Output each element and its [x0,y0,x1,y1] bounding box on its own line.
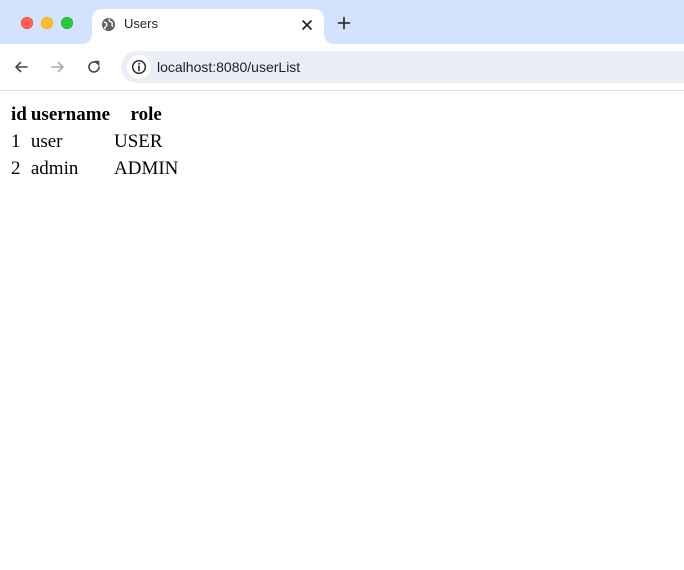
cell-id: 2 [11,158,21,179]
arrow-right-icon[interactable] [47,56,69,78]
url-text[interactable]: localhost:8080/userList [157,59,300,75]
toolbar-divider [0,90,684,91]
cell-id: 1 [11,131,21,152]
tab-users[interactable]: Users [92,9,324,44]
column-header-role: role [130,104,162,125]
cell-role: ADMIN [114,158,179,179]
window-maximize-button[interactable] [61,17,73,29]
address-bar[interactable]: localhost:8080/userList [121,51,684,83]
window-minimize-button[interactable] [41,17,53,29]
globe-icon [101,17,116,32]
page-content: id username role 1 user USER 2 admin ADM… [8,100,181,183]
cell-username: admin [30,158,79,179]
cell-role: USER [114,131,163,152]
new-tab-plus-icon[interactable] [334,13,354,33]
window-close-button[interactable] [21,17,33,29]
cell-username: user [30,131,63,152]
column-header-id: id [11,104,27,125]
tab-strip: Users [0,0,684,44]
browser-toolbar: localhost:8080/userList [0,44,684,90]
table-row: 1 user USER [10,129,179,154]
info-icon[interactable] [127,55,151,79]
browser-chrome: Users localhost:8080/userList [0,0,684,91]
table-row: 2 admin ADMIN [10,156,179,181]
arrow-left-icon[interactable] [10,56,32,78]
user-table: id username role 1 user USER 2 admin ADM… [8,100,181,183]
column-header-username: username [30,104,111,125]
tab-title: Users [124,16,158,31]
table-header-row: id username role [10,102,179,127]
reload-icon[interactable] [83,56,105,78]
tab-close-icon[interactable] [298,16,316,34]
